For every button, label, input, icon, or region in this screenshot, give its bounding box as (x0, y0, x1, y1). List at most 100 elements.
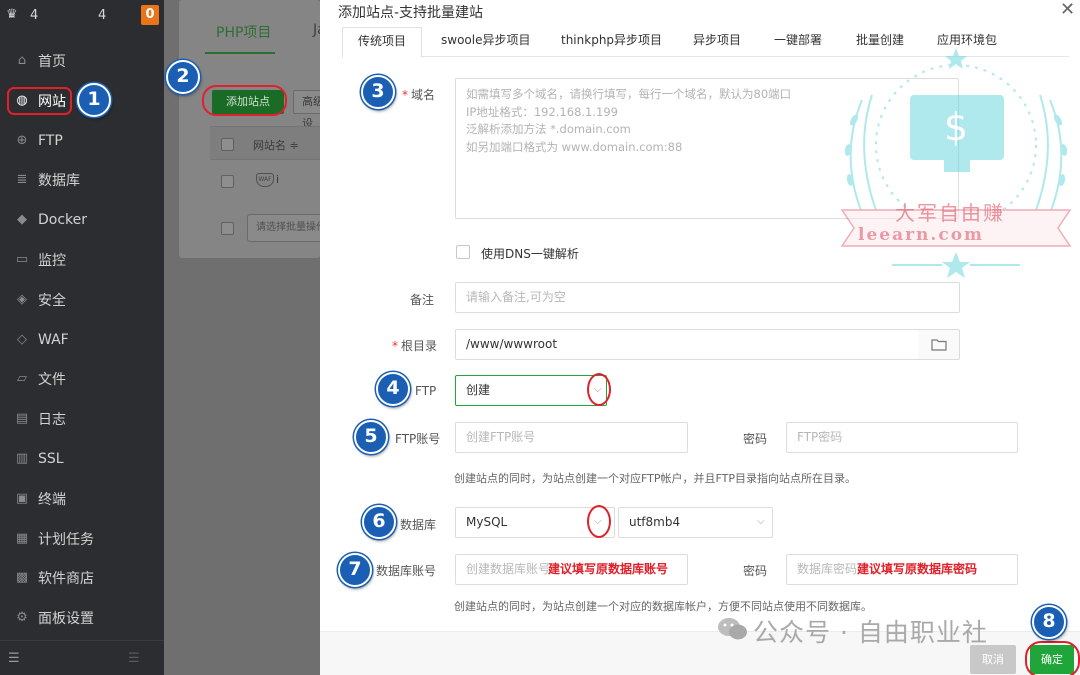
step-marker-8: 8 (1032, 605, 1066, 639)
tab-swoole[interactable]: swoole异步项目 (441, 27, 530, 57)
database-password-note: 建议填写原数据库密码 (857, 562, 978, 576)
sidebar-item-label: 计划任务 (38, 532, 94, 548)
ftp-password-input[interactable]: FTP密码 (786, 422, 1018, 453)
sidebar-item-6[interactable]: ▭ 监控 (0, 242, 164, 278)
sidebar-item-label: 面板设置 (38, 611, 94, 627)
database-label: 数据库 (400, 518, 437, 532)
watermark-cn-text: 大军自由赚 (895, 201, 1005, 225)
store-icon: ▩ (15, 570, 29, 585)
sidebar-item-label: 软件商店 (38, 571, 94, 587)
notification-badge[interactable]: 0 (141, 5, 159, 25)
sidebar-item-9[interactable]: ▱ 文件 (0, 361, 164, 397)
sidebar-item-1[interactable]: ⌂ 首页 (0, 43, 164, 79)
tab-thinkphp[interactable]: thinkphp异步项目 (561, 27, 662, 57)
tab-php-project[interactable]: PHP项目 (216, 22, 271, 42)
database-password-placeholder: 数据库密码 (797, 562, 857, 576)
browse-folder-button[interactable] (918, 329, 960, 360)
select-all-checkbox[interactable] (221, 138, 234, 151)
sidebar-footer: ☰ ☰ (0, 640, 164, 675)
watermark-en-text: leearn.com (858, 225, 985, 245)
wechat-icon (717, 616, 753, 646)
site-row-name[interactable]: i (276, 173, 279, 186)
ftp-select-highlight-ring (587, 373, 611, 406)
collapse-sidebar-icon[interactable]: ☰ (8, 651, 20, 666)
chevron-down-icon: ⌵ (757, 516, 765, 527)
folder-icon: ▱ (17, 371, 27, 386)
tab-active-underline (205, 52, 275, 54)
ftp-account-label: FTP账号 (395, 432, 441, 446)
step-marker-1: 1 (77, 83, 111, 117)
settings-icon: ⚙ (16, 610, 28, 625)
database-select-highlight-ring (587, 505, 611, 538)
menu-toggle-icon[interactable]: ☰ (128, 651, 140, 666)
root-dir-label: * 根目录 (392, 339, 438, 353)
remark-label: 备注 (410, 293, 435, 307)
close-icon[interactable]: ✕ (1060, 0, 1075, 20)
step-marker-6: 6 (362, 505, 396, 539)
sidebar-item-label: 首页 (38, 54, 66, 70)
step-marker-5: 5 (354, 420, 388, 454)
database-icon: ≣ (16, 172, 28, 187)
database-password-label: 密码 (743, 564, 768, 578)
log-icon: ▤ (15, 411, 29, 426)
home-icon: ⌂ (17, 53, 27, 68)
ftp-select[interactable]: 创建 (455, 375, 607, 406)
sidebar-header: ♛ 4 4 0 (0, 0, 164, 32)
sidebar-item-label: WAF (38, 332, 69, 348)
monitor-icon: ▭ (15, 252, 29, 267)
wechat-account-text: 公众号 · 自由职业社 (753, 618, 988, 647)
sidebar-item-15[interactable]: ⚙ 面板设置 (0, 600, 164, 636)
server-name: 4 (30, 8, 39, 23)
tab-traditional[interactable]: 传统项目 (342, 27, 423, 58)
folder-icon (930, 339, 947, 351)
website-list-card: PHP项目 Java 添加站点 高级设 网站名 ≑ WAF i m 请选择批量操… (179, 0, 343, 258)
row-checkbox[interactable] (221, 175, 234, 188)
tab-one-click-deploy[interactable]: 一键部署 (774, 27, 822, 57)
ssl-icon: ▥ (15, 451, 29, 466)
database-account-input[interactable]: 创建数据库账号建议填写原数据库账号 (455, 554, 688, 585)
sidebar-item-label: 监控 (38, 253, 66, 269)
sidebar-item-12[interactable]: ▣ 终端 (0, 481, 164, 517)
domain-label: * 域名 (402, 88, 436, 102)
ftp-hint: 创建站点的同时，为站点创建一个对应FTP帐户，并且FTP目录指向站点所在目录。 (454, 472, 856, 485)
step-marker-7: 7 (338, 553, 372, 587)
root-dir-input[interactable]: /www/wwwroot (455, 329, 919, 360)
website-page-background: PHP项目 Java 添加站点 高级设 网站名 ≑ WAF i m 请选择批量操… (164, 0, 343, 675)
database-account-label: 数据库账号 (376, 564, 437, 578)
server-name-suffix: 4 (98, 8, 107, 23)
sidebar-item-label: 终端 (38, 492, 66, 508)
sidebar-item-7[interactable]: ◈ 安全 (0, 282, 164, 318)
ftp-account-input[interactable]: 创建FTP账号 (455, 422, 688, 453)
sidebar-item-11[interactable]: ▥ SSL (0, 441, 164, 477)
sidebar-item-5[interactable]: ◆ Docker (0, 202, 164, 238)
website-highlight-ring (7, 87, 72, 115)
database-charset-select[interactable]: utf8mb4 (618, 507, 773, 538)
sidebar-item-label: 日志 (38, 412, 66, 428)
dns-checkbox[interactable] (456, 245, 470, 259)
svg-text:$: $ (944, 105, 968, 149)
waf-shield-icon: ◇ (17, 332, 27, 347)
database-password-input[interactable]: 数据库密码建议填写原数据库密码 (786, 554, 1018, 585)
ftp-globe-icon: ⊕ (16, 133, 28, 148)
step-marker-4: 4 (376, 372, 410, 406)
database-account-placeholder: 创建数据库账号 (466, 562, 548, 576)
sidebar-item-3[interactable]: ⊕ FTP (0, 123, 164, 159)
terminal-icon: ▣ (15, 491, 29, 506)
calendar-icon: ▦ (15, 531, 29, 546)
site-name-column-header[interactable]: 网站名 ≑ (253, 137, 299, 153)
dns-checkbox-label: 使用DNS一键解析 (481, 247, 579, 261)
database-account-note: 建议填写原数据库账号 (548, 562, 669, 576)
sidebar-item-label: 数据库 (38, 173, 80, 189)
sidebar-item-10[interactable]: ▤ 日志 (0, 401, 164, 437)
tab-async[interactable]: 异步项目 (693, 27, 741, 57)
sidebar-item-13[interactable]: ▦ 计划任务 (0, 521, 164, 557)
add-site-highlight-ring (202, 85, 287, 116)
shield-icon: ◈ (17, 292, 27, 307)
batch-checkbox[interactable] (221, 222, 234, 235)
sidebar-item-14[interactable]: ▩ 软件商店 (0, 560, 164, 596)
docker-icon: ◆ (17, 212, 27, 227)
ftp-password-label: 密码 (743, 432, 768, 446)
sidebar-item-4[interactable]: ≣ 数据库 (0, 162, 164, 198)
remark-input[interactable]: 请输入备注,可为空 (455, 282, 960, 313)
sidebar-item-8[interactable]: ◇ WAF (0, 322, 164, 358)
